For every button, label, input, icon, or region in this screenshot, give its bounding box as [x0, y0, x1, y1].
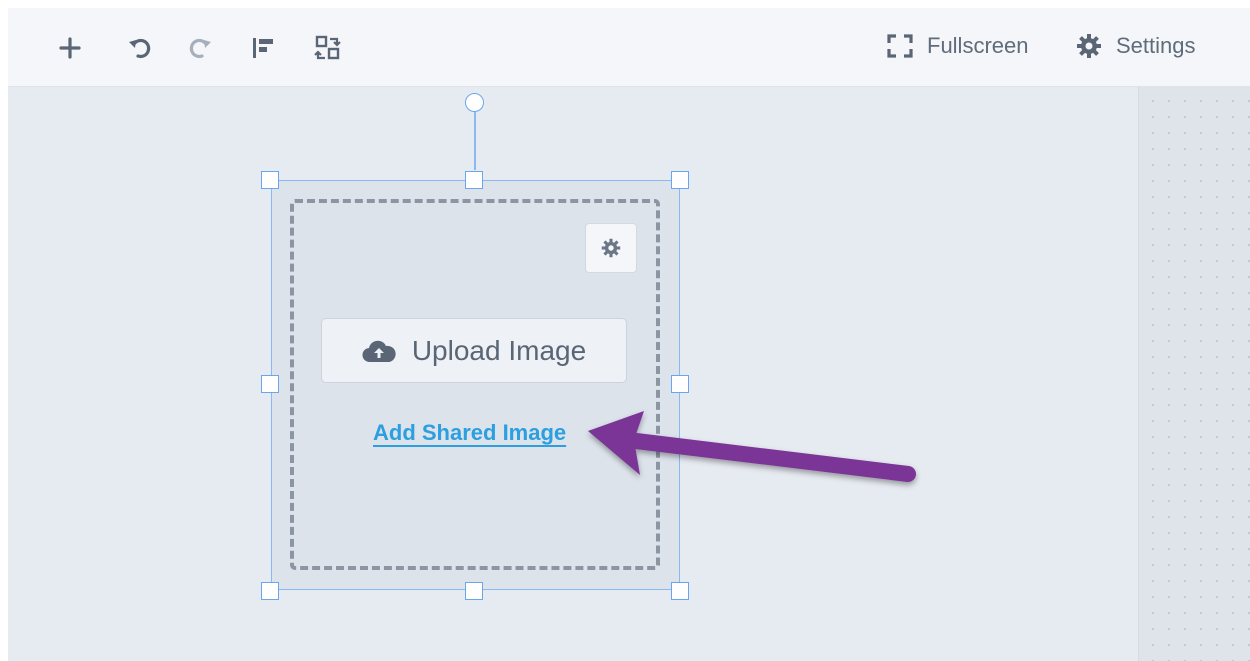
settings-label: Settings [1116, 33, 1196, 58]
editor-frame: Fullscreen Settings Upload Image Add Sha… [8, 8, 1250, 661]
image-settings-button[interactable] [585, 223, 637, 273]
resize-handle-top[interactable] [465, 171, 483, 189]
fullscreen-icon [887, 34, 913, 58]
add-shared-image-link[interactable]: Add Shared Image [373, 420, 566, 446]
gear-icon [601, 238, 621, 258]
align-icon[interactable] [248, 32, 280, 64]
gear-icon [1077, 34, 1101, 58]
resize-handle-bottom-right[interactable] [671, 582, 689, 600]
cloud-upload-icon [362, 340, 396, 362]
settings-button[interactable]: Settings [1076, 30, 1196, 62]
resize-handle-left[interactable] [261, 375, 279, 393]
upload-image-button[interactable]: Upload Image [321, 318, 627, 383]
upload-image-label: Upload Image [411, 334, 587, 366]
fullscreen-label: Fullscreen [927, 33, 1029, 58]
toolbar: Fullscreen Settings [8, 8, 1250, 87]
side-panel [1138, 87, 1250, 661]
fullscreen-button[interactable]: Fullscreen [887, 30, 1028, 62]
resize-handle-top-right[interactable] [671, 171, 689, 189]
resize-handle-right[interactable] [671, 375, 689, 393]
resize-handle-top-left[interactable] [261, 171, 279, 189]
resize-handle-bottom-left[interactable] [261, 582, 279, 600]
rotation-handle[interactable] [465, 93, 484, 112]
resize-handle-bottom[interactable] [465, 582, 483, 600]
rotation-line [474, 110, 476, 170]
redo-icon[interactable] [184, 32, 216, 64]
plus-icon[interactable] [54, 32, 86, 64]
arrange-icon[interactable] [312, 32, 344, 64]
undo-icon[interactable] [124, 32, 156, 64]
